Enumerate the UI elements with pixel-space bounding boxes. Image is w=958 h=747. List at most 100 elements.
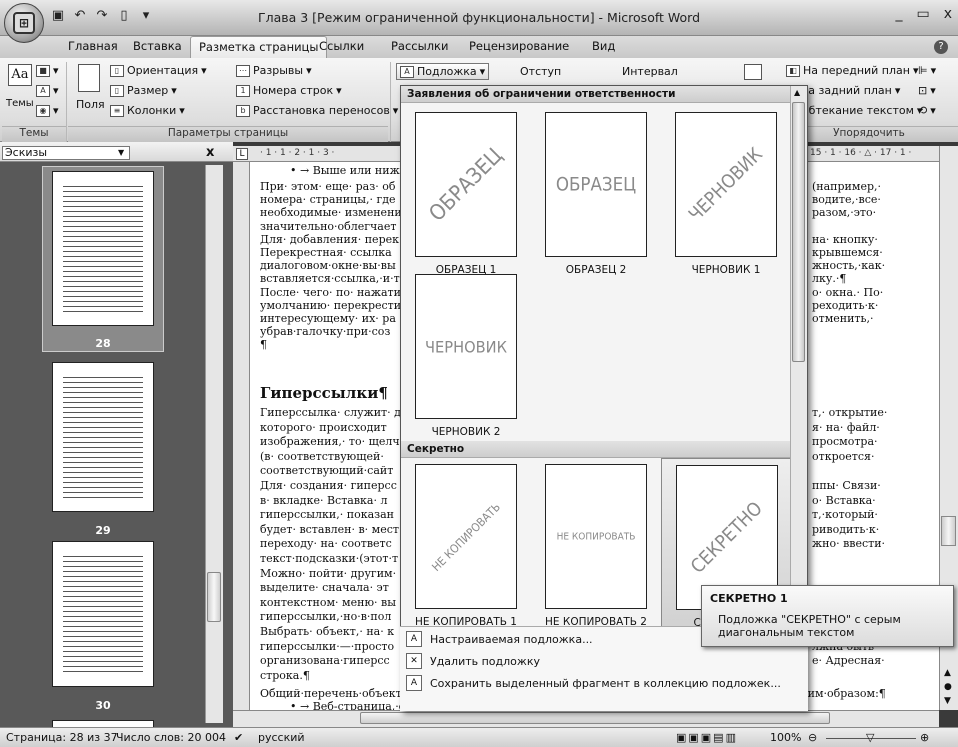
tab-view[interactable]: Вид [592, 39, 615, 53]
zoom-slider-thumb[interactable]: ▽ [866, 731, 874, 744]
doc-line: вставляется·ссылка,·и·т [260, 272, 400, 286]
tab-references[interactable]: Ссылки [319, 39, 364, 53]
chevron-down-icon[interactable]: ▼ [118, 148, 124, 157]
themes-button[interactable]: Темы [6, 98, 34, 109]
zoom-level[interactable]: 100% [770, 731, 801, 744]
vertical-ruler[interactable] [233, 162, 250, 710]
theme-colors-button[interactable]: ■ ▾ [36, 64, 59, 77]
watermark-option[interactable]: НЕ КОПИРОВАТЬ НЕ КОПИРОВАТЬ 2 [531, 458, 661, 636]
close-button[interactable]: x [944, 6, 952, 22]
tab-page-layout[interactable]: Разметка страницы [190, 36, 328, 59]
page-thumbnail-30[interactable] [52, 541, 154, 687]
menu-save-to-gallery[interactable]: Сохранить выделенный фрагмент в коллекци… [430, 677, 781, 690]
doc-line-end: реходить·к· [812, 298, 879, 312]
watermark-option[interactable]: ЧЕРНОВИК ЧЕРНОВИК 1 [661, 106, 791, 284]
send-back-button[interactable]: На задний план ▾ [800, 84, 900, 97]
close-pane-button[interactable]: x [206, 145, 214, 160]
orientation-button[interactable]: ▯ Ориентация ▾ [110, 64, 207, 77]
status-page[interactable]: Страница: 28 из 37 [6, 731, 118, 744]
menu-custom-watermark[interactable]: Настраиваемая подложка... [430, 633, 593, 646]
menu-remove-watermark[interactable]: Удалить подложку [430, 655, 540, 668]
doc-line-end: т,· открытие· [812, 406, 888, 419]
watermark-option[interactable]: ОБРАЗЕЦ ОБРАЗЕЦ 1 [401, 106, 531, 284]
doc-bullet-top: • → Выше или ниж [290, 164, 400, 177]
doc-line-end: риводить·к· [812, 522, 880, 536]
group-button[interactable]: ⊡ ▾ [918, 84, 936, 97]
status-words[interactable]: Число слов: 20 004 [116, 731, 226, 744]
doc-line: Гиперссылка· служит· д [260, 406, 401, 419]
tab-insert[interactable]: Вставка [133, 39, 182, 53]
theme-fonts-button[interactable]: A ▾ [36, 84, 59, 97]
thumbnail-text-lines [63, 554, 143, 676]
spell-check-icon[interactable]: ✔ [234, 731, 243, 744]
text-wrap-button[interactable]: Обтекание текстом ▾ [800, 104, 922, 117]
gallery-scroll-thumb[interactable] [792, 102, 805, 362]
columns-label: Колонки [127, 104, 177, 117]
zoom-in-icon[interactable]: ⊕ [920, 731, 929, 744]
watermark-preview-text: НЕ КОПИРОВАТЬ [428, 499, 504, 574]
breaks-button[interactable]: ⋯ Разрывы ▾ [236, 64, 312, 77]
minimize-button[interactable]: _ [895, 6, 902, 22]
ruler-left-ticks: · 1 · 1 · 2 · 1 · 3 · [260, 148, 335, 158]
rotate-button[interactable]: ⟲ ▾ [918, 104, 936, 117]
columns-icon: ≡ [110, 104, 124, 117]
bring-front-button[interactable]: ◧ На передний план ▾ [786, 64, 919, 77]
columns-button[interactable]: ≡ Колонки ▾ [110, 104, 185, 117]
watermark-option[interactable]: НЕ КОПИРОВАТЬ НЕ КОПИРОВАТЬ 1 [401, 458, 531, 636]
tab-selector-icon[interactable]: L [236, 148, 248, 160]
doc-line-end: ппы· Связи· [812, 479, 881, 492]
zoom-out-icon[interactable]: ⊖ [808, 731, 817, 744]
watermark-preview-text: ЧЕРНОВИК [685, 143, 767, 226]
next-page-icon[interactable]: ▼ [944, 696, 951, 706]
theme-effects-icon: ◉ [36, 104, 50, 117]
thumbnail-text-lines [63, 184, 143, 315]
doc-line: организована·гиперсс [260, 654, 390, 668]
view-buttons[interactable]: ▣▣▣▤▥ [676, 731, 738, 744]
scroll-up-icon[interactable]: ▲ [794, 88, 800, 97]
doc-line: переходу· на· соответс [260, 537, 392, 551]
watermark-option[interactable]: ОБРАЗЕЦ ОБРАЗЕЦ 2 [531, 106, 661, 284]
vertical-scroll-thumb[interactable] [941, 516, 956, 546]
tab-mailings[interactable]: Рассылки [391, 39, 448, 53]
doc-line: убрав·галочку·при·соз [260, 325, 391, 339]
office-button[interactable]: ⊞ [4, 3, 44, 43]
line-numbers-button[interactable]: 1 Номера строк ▾ [236, 84, 342, 97]
browse-object-icon[interactable]: ● [944, 682, 952, 692]
margins-button[interactable]: Поля [76, 98, 105, 111]
breaks-icon: ⋯ [236, 64, 250, 77]
margins-icon[interactable] [78, 64, 100, 92]
page-thumbnail-29[interactable] [52, 362, 154, 512]
hyphenation-button[interactable]: b Расстановка переносов ▾ [236, 104, 398, 117]
page-number-30: 30 [95, 699, 111, 712]
doc-line-end: жность,·как· [812, 259, 886, 273]
position-icon[interactable] [744, 64, 762, 80]
page-thumbnail-28[interactable] [52, 171, 154, 326]
category-disclaimers: Заявления об ограничении ответственности [401, 86, 791, 103]
help-icon[interactable]: ? [934, 40, 948, 54]
indent-label: Отступ [520, 65, 562, 78]
line-numbers-icon: 1 [236, 84, 250, 97]
watermark-tooltip: СЕКРЕТНО 1 Подложка "СЕКРЕТНО" с серым д… [701, 585, 954, 647]
watermark-option[interactable]: ЧЕРНОВИК ЧЕРНОВИК 2 [401, 268, 531, 446]
status-language[interactable]: русский [258, 731, 305, 744]
horizontal-scroll-thumb[interactable] [360, 712, 830, 724]
prev-page-icon[interactable]: ▲ [944, 668, 951, 678]
doc-line-end: лку.·¶ [812, 272, 847, 286]
tab-review[interactable]: Рецензирование [469, 39, 569, 53]
watermark-preview: НЕ КОПИРОВАТЬ [545, 464, 647, 609]
maximize-button[interactable]: ▭ [916, 6, 929, 22]
theme-effects-button[interactable]: ◉ ▾ [36, 104, 59, 117]
navigation-view-dropdown[interactable]: Эскизы [2, 146, 130, 160]
doc-line: диалоговом·окне·вы·вы [260, 259, 396, 273]
text-wrap-label: Обтекание текстом [800, 104, 914, 117]
thumbnail-scroll-thumb[interactable] [207, 572, 221, 622]
align-button[interactable]: ⊫ ▾ [918, 64, 936, 77]
size-button[interactable]: ▯ Размер ▾ [110, 84, 177, 97]
watermark-button[interactable]: A Подложка ▾ [396, 63, 490, 80]
thumbnail-scrollbar[interactable] [205, 165, 223, 723]
doc-line: Перекрестная· ссылка [260, 246, 392, 259]
doc-line-end: е· Адресная· [812, 654, 885, 668]
themes-icon[interactable]: Aa [8, 64, 32, 86]
custom-watermark-icon: A [406, 631, 422, 647]
tab-home[interactable]: Главная [68, 39, 118, 53]
